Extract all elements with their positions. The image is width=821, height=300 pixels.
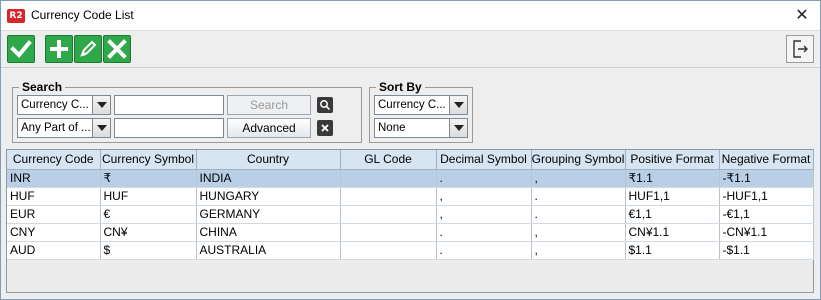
table-cell: -€1,1 (719, 205, 814, 224)
table-cell: . (531, 187, 626, 206)
table-cell: HUF (100, 187, 197, 206)
table-cell: . (436, 223, 532, 242)
column-header[interactable]: Positive Format (625, 150, 720, 170)
toolbar (1, 32, 820, 68)
table-cell: $ (100, 241, 197, 260)
window-title: Currency Code List (31, 8, 134, 22)
sort-secondary-select[interactable]: None (374, 118, 468, 138)
table-cell: $1.1 (625, 241, 720, 260)
table-cell (340, 169, 437, 188)
table-cell: CHINA (196, 223, 341, 242)
pencil-icon (80, 40, 97, 57)
column-header[interactable]: Decimal Symbol (436, 150, 532, 170)
close-icon[interactable]: ✕ (792, 5, 812, 25)
chevron-down-icon[interactable] (92, 96, 110, 114)
check-icon (10, 40, 32, 58)
column-header[interactable]: Grouping Symbol (531, 150, 626, 170)
search-field-select-value: Currency C... (21, 99, 89, 111)
sort-secondary-select-value: None (378, 122, 406, 134)
table-header-row: Currency Code Currency Symbol Country GL… (7, 150, 814, 170)
table-cell: , (531, 169, 626, 188)
match-type-select[interactable]: Any Part of ... (17, 118, 111, 138)
table-cell: -$1.1 (719, 241, 814, 260)
table-cell (340, 241, 437, 260)
table-cell: . (436, 241, 532, 260)
search-field-select[interactable]: Currency C... (17, 95, 111, 115)
table-cell: , (436, 205, 532, 224)
table-cell: HUF (7, 187, 101, 206)
column-header[interactable]: Negative Format (719, 150, 814, 170)
table-row[interactable]: INR ₹ INDIA . , ₹1.1 -₹1.1 (7, 169, 814, 188)
clear-search-icon[interactable] (317, 120, 333, 136)
sort-primary-select[interactable]: Currency C... (374, 95, 468, 115)
table-row[interactable]: CNY CN¥ CHINA . , CN¥1.1 -CN¥1.1 (7, 223, 814, 242)
table-cell: ₹1.1 (625, 169, 720, 188)
table-cell: , (436, 187, 532, 206)
app-logo-icon: R2 (7, 9, 25, 23)
search-group: Search Currency C... Search Any Part of … (12, 80, 362, 143)
plus-icon (50, 40, 68, 58)
table-row[interactable]: HUF HUF HUNGARY , . HUF1,1 -HUF1,1 (7, 187, 814, 206)
table-cell: AUD (7, 241, 101, 260)
search-button[interactable]: Search (227, 95, 311, 115)
search-group-label: Search (19, 80, 66, 94)
x-icon (107, 39, 127, 59)
search-input[interactable] (114, 95, 224, 115)
table-cell: INR (7, 169, 101, 188)
table-cell: AUSTRALIA (196, 241, 341, 260)
table-row[interactable]: AUD $ AUSTRALIA . , $1.1 -$1.1 (7, 241, 814, 260)
column-header[interactable]: Currency Symbol (100, 150, 197, 170)
exit-icon (793, 40, 808, 58)
title-bar: R2 Currency Code List ✕ (1, 1, 820, 31)
currency-code-list-window: R2 Currency Code List ✕ Search Currency … (0, 0, 821, 300)
chevron-down-icon[interactable] (449, 96, 467, 114)
table-cell: HUF1,1 (625, 187, 720, 206)
currency-table: Currency Code Currency Symbol Country GL… (6, 149, 814, 293)
table-cell: CN¥ (100, 223, 197, 242)
chevron-down-icon[interactable] (92, 119, 110, 137)
table-cell (340, 205, 437, 224)
chevron-down-icon[interactable] (449, 119, 467, 137)
table-cell (340, 223, 437, 242)
table-cell: € (100, 205, 197, 224)
column-header[interactable]: Country (196, 150, 341, 170)
sort-by-group-label: Sort By (376, 80, 425, 94)
table-cell: , (531, 241, 626, 260)
sort-by-group: Sort By Currency C... None (369, 80, 473, 143)
column-header[interactable]: Currency Code (7, 150, 101, 170)
table-cell: -CN¥1.1 (719, 223, 814, 242)
table-cell: HUNGARY (196, 187, 341, 206)
match-type-select-value: Any Part of ... (21, 122, 91, 134)
table-cell: CN¥1.1 (625, 223, 720, 242)
column-header[interactable]: GL Code (340, 150, 437, 170)
search-icon[interactable] (317, 97, 333, 113)
filter-input[interactable] (114, 118, 224, 138)
table-cell: GERMANY (196, 205, 341, 224)
table-cell: , (531, 223, 626, 242)
table-cell: €1,1 (625, 205, 720, 224)
add-button[interactable] (45, 35, 73, 63)
table-cell (340, 187, 437, 206)
table-cell: -₹1.1 (719, 169, 814, 188)
edit-button[interactable] (74, 35, 102, 63)
sort-primary-select-value: Currency C... (378, 99, 446, 111)
delete-button[interactable] (103, 35, 131, 63)
advanced-button[interactable]: Advanced (227, 118, 311, 138)
table-cell: . (436, 169, 532, 188)
table-cell: EUR (7, 205, 101, 224)
confirm-button[interactable] (7, 35, 35, 63)
exit-button[interactable] (786, 35, 814, 63)
table-cell: -HUF1,1 (719, 187, 814, 206)
table-cell: CNY (7, 223, 101, 242)
table-row[interactable]: EUR € GERMANY , . €1,1 -€1,1 (7, 205, 814, 224)
table-cell: ₹ (100, 169, 197, 188)
table-cell: . (531, 205, 626, 224)
table-cell: INDIA (196, 169, 341, 188)
